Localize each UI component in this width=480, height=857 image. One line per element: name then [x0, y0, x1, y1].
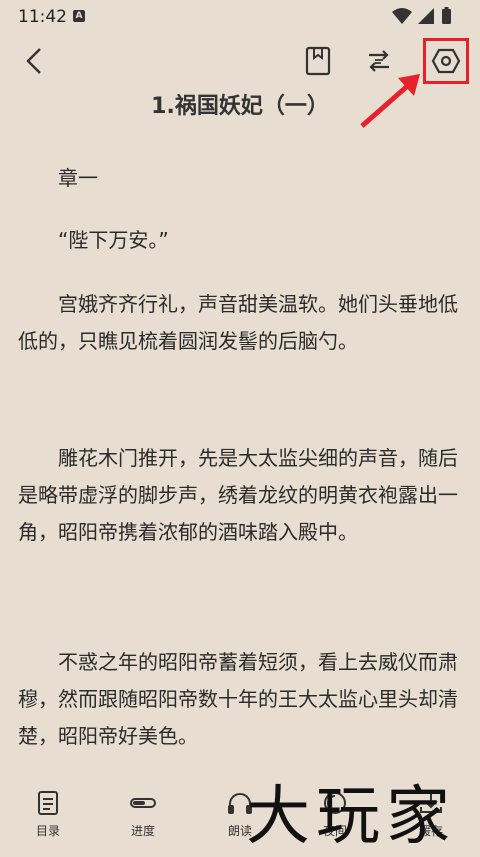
chapter-title: 1.祸国妖妃（一） [151, 94, 329, 119]
chevron-left-icon [26, 48, 41, 74]
paragraph: 不惑之年的昭阳帝蓄着短须，看上去威仪而肃穆，然而跟随昭阳帝数十年的王大太监心里头… [18, 650, 458, 748]
reading-content: 1.祸国妖妃（一） 章一 “陛下万安。” 宫娥齐齐行礼，声音甜美温软。她们头垂地… [0, 90, 480, 778]
paragraph: 雕花木门推开，先是大太监尖细的声音，随后是略带虚浮的脚步声，绣着龙纹的明黄衣袍露… [18, 446, 458, 544]
tab-progress[interactable]: 进度 [108, 790, 178, 839]
watermark: 大玩家 [246, 780, 456, 854]
tab-label: 目录 [35, 824, 60, 838]
back-button[interactable] [14, 40, 56, 82]
status-bar: 11:42 A [0, 0, 480, 32]
wifi-icon [392, 8, 412, 24]
progress-icon [130, 798, 156, 808]
paragraph: 章一 [58, 166, 98, 190]
status-time: 11:42 [18, 7, 67, 27]
tab-catalog[interactable]: 目录 [13, 790, 83, 839]
catalog-icon [38, 791, 58, 815]
bookmark-button[interactable] [297, 40, 339, 82]
paragraph: 宫娥齐齐行礼，声音甜美温软。她们头垂地低低的，只瞧见梳着圆润发髻的后脑勺。 [18, 292, 458, 353]
tab-label: 进度 [130, 824, 155, 838]
battery-icon [442, 7, 451, 24]
bookmark-icon [305, 46, 331, 76]
paragraph: “陛下万安。” [58, 228, 169, 252]
signal-icon [418, 8, 434, 24]
notification-badge: A [73, 10, 85, 22]
status-icons [388, 6, 468, 30]
